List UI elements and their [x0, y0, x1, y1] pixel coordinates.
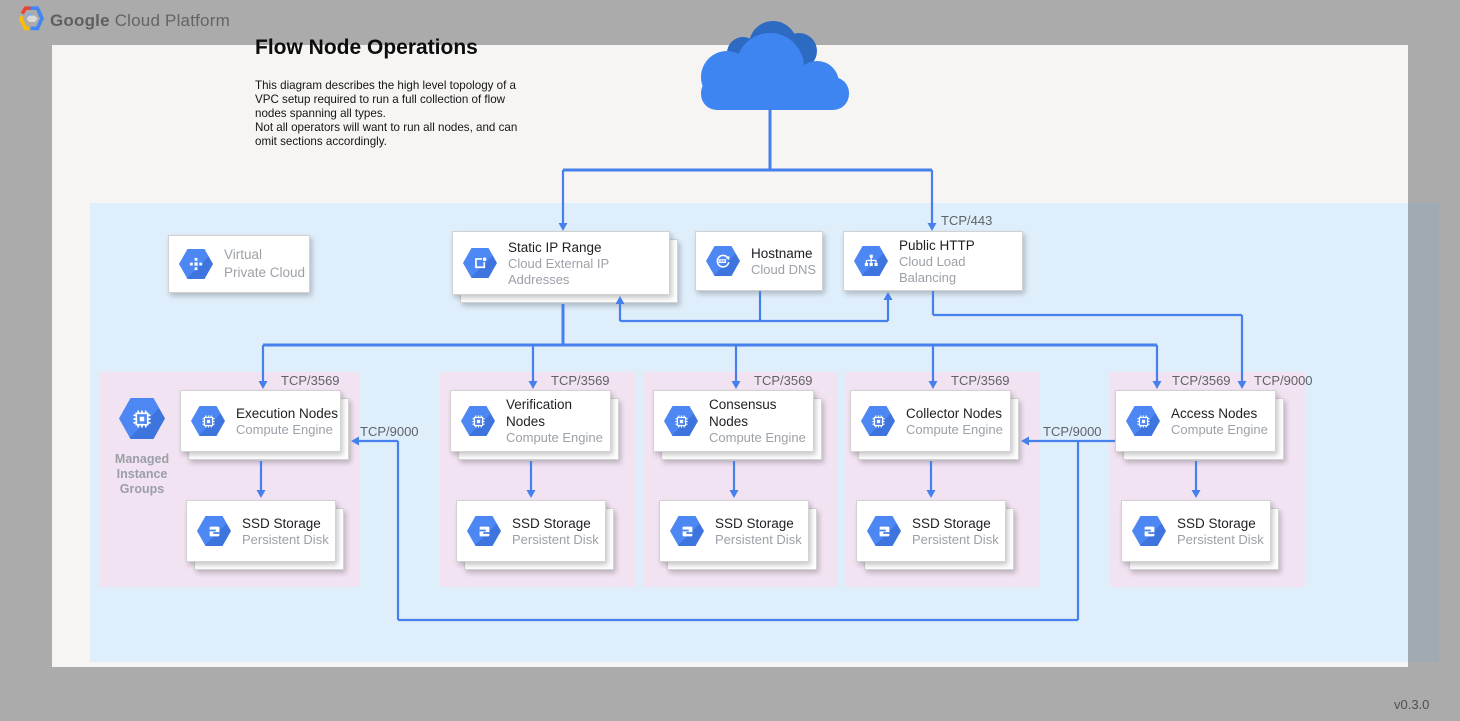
hostname-subtitle: Cloud DNS: [751, 262, 816, 278]
compute-card-subtitle: Compute Engine: [236, 422, 338, 438]
ssd-card-subtitle: Persistent Disk: [242, 532, 329, 548]
ssd-card-title: SSD Storage: [512, 515, 599, 532]
vpc-icon: [179, 249, 213, 279]
label-tcp3569-collector: TCP/3569: [951, 373, 1010, 388]
ssd-card-title: SSD Storage: [912, 515, 999, 532]
card-public-http: Public HTTP Cloud Load Balancing: [843, 231, 1023, 291]
static-ip-subtitle: Cloud External IP Addresses: [508, 256, 669, 288]
compute-card-subtitle: Compute Engine: [1171, 422, 1268, 438]
managed-instance-groups-label: Managed Instance Groups: [97, 452, 187, 497]
card-ssd-3: SSD StoragePersistent Disk: [856, 500, 1006, 562]
gcp-logo-icon: [18, 6, 45, 31]
external-ip-icon: [463, 248, 497, 278]
ssd-card-subtitle: Persistent Disk: [715, 532, 802, 548]
label-tcp3569-execution: TCP/3569: [281, 373, 340, 388]
public-http-subtitle: Cloud Load Balancing: [899, 254, 1022, 286]
card-compute-3: Collector NodesCompute Engine: [850, 390, 1011, 452]
card-virtual-private-cloud: Virtual Private Cloud: [168, 235, 310, 293]
compute-card-title: Verification Nodes: [506, 396, 610, 430]
page-background: { "header": {"brand_bold": "Google", "br…: [0, 0, 1460, 721]
hostname-title: Hostname: [751, 245, 816, 262]
compute-card-subtitle: Compute Engine: [906, 422, 1003, 438]
ssd-card-title: SSD Storage: [715, 515, 802, 532]
compute-card-title: Collector Nodes: [906, 405, 1003, 422]
public-http-title: Public HTTP: [899, 237, 1022, 254]
card-ssd-0: SSD StoragePersistent Disk: [186, 500, 336, 562]
compute-card-title: Access Nodes: [1171, 405, 1268, 422]
card-hostname: Hostname Cloud DNS: [695, 231, 823, 291]
label-tcp9000-collector: TCP/9000: [1043, 424, 1102, 439]
card-ssd-4: SSD StoragePersistent Disk: [1121, 500, 1271, 562]
card-compute-1: Verification NodesCompute Engine: [450, 390, 611, 452]
card-compute-4: Access NodesCompute Engine: [1115, 390, 1276, 452]
compute-card-subtitle: Compute Engine: [709, 430, 813, 446]
compute-card-subtitle: Compute Engine: [506, 430, 610, 446]
card-ssd-2: SSD StoragePersistent Disk: [659, 500, 809, 562]
label-tcp443: TCP/443: [941, 213, 992, 228]
cloud-dns-icon: [706, 246, 740, 276]
ssd-card-subtitle: Persistent Disk: [1177, 532, 1264, 548]
vpc-card-title: Virtual Private Cloud: [224, 246, 305, 282]
persistent-disk-icon: [867, 516, 901, 546]
label-tcp3569-access: TCP/3569: [1172, 373, 1231, 388]
card-static-ip-range: Static IP Range Cloud External IP Addres…: [452, 231, 670, 295]
label-tcp9000-access: TCP/9000: [1254, 373, 1313, 388]
page-title: Flow Node Operations: [255, 36, 478, 60]
persistent-disk-icon: [670, 516, 704, 546]
label-tcp3569-consensus: TCP/3569: [754, 373, 813, 388]
persistent-disk-icon: [197, 516, 231, 546]
label-tcp9000-execution: TCP/9000: [360, 424, 419, 439]
ssd-card-title: SSD Storage: [242, 515, 329, 532]
card-compute-0: Execution NodesCompute Engine: [180, 390, 341, 452]
compute-card-title: Consensus Nodes: [709, 396, 813, 430]
page-description: This diagram describes the high level to…: [255, 79, 545, 149]
compute-engine-icon: [191, 406, 225, 436]
load-balancing-icon: [854, 246, 888, 276]
label-tcp3569-verification: TCP/3569: [551, 373, 610, 388]
static-ip-title: Static IP Range: [508, 239, 669, 256]
persistent-disk-icon: [1132, 516, 1166, 546]
card-compute-2: Consensus NodesCompute Engine: [653, 390, 814, 452]
compute-engine-icon: [461, 406, 495, 436]
ssd-card-subtitle: Persistent Disk: [912, 532, 999, 548]
cloud-platform-text: Cloud Platform: [115, 11, 230, 30]
compute-engine-icon: [664, 406, 698, 436]
compute-card-title: Execution Nodes: [236, 405, 338, 422]
compute-engine-icon: [1126, 406, 1160, 436]
version-label: v0.3.0: [1394, 697, 1429, 712]
ssd-card-title: SSD Storage: [1177, 515, 1264, 532]
persistent-disk-icon: [467, 516, 501, 546]
google-wordmark: Google: [50, 11, 110, 30]
vpc-region-overhang: [1408, 203, 1439, 662]
ssd-card-subtitle: Persistent Disk: [512, 532, 599, 548]
compute-engine-icon: [861, 406, 895, 436]
brand-text: Google Cloud Platform: [50, 11, 230, 31]
internet-cloud-icon: [683, 15, 863, 110]
card-ssd-1: SSD StoragePersistent Disk: [456, 500, 606, 562]
